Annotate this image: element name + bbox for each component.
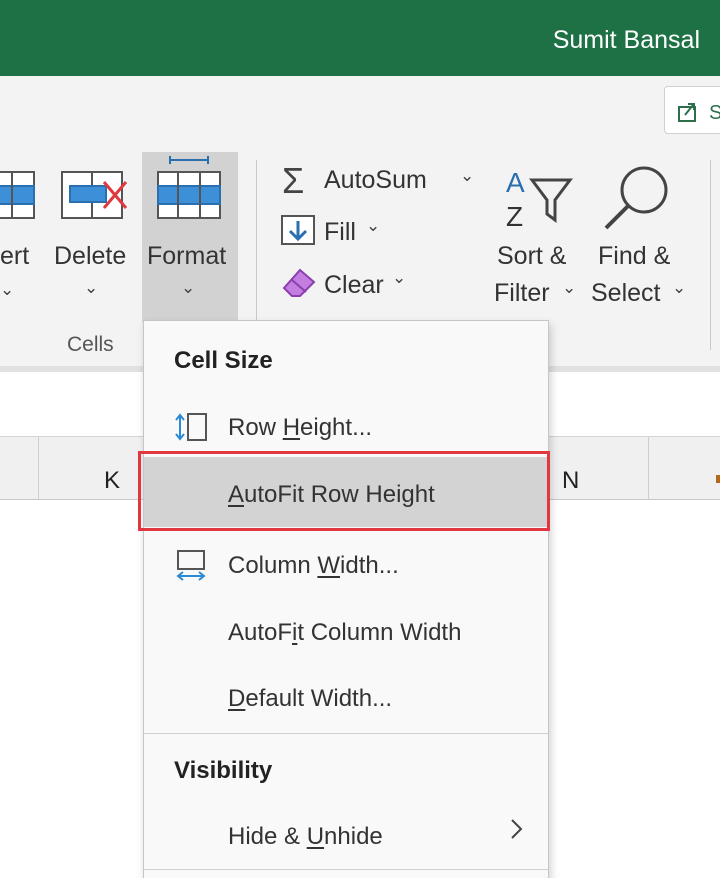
format-cells-icon (157, 156, 221, 219)
clear-button[interactable]: Clear (324, 271, 384, 300)
insert-cells-icon (0, 171, 35, 219)
magnifier-icon (604, 166, 668, 230)
fill-button[interactable]: Fill (324, 218, 356, 247)
chevron-down-icon[interactable]: ⌄ (0, 280, 14, 300)
sort-filter-icon: A Z (506, 167, 573, 232)
find-select-line2[interactable]: Select (591, 279, 660, 308)
row-height-icon (175, 413, 207, 441)
sort-filter-line1[interactable]: Sort & (497, 242, 566, 271)
delete-button[interactable]: Delete (54, 242, 126, 271)
insert-label[interactable]: ert (0, 242, 29, 271)
chevron-down-icon[interactable]: ⌄ (562, 278, 576, 298)
cells-group-label: Cells (67, 333, 114, 356)
column-width-icon (176, 550, 206, 581)
chevron-down-icon: ⌄ (181, 278, 196, 297)
column-width-item[interactable]: Column Width... (228, 552, 399, 580)
chevron-down-icon[interactable]: ⌄ (672, 278, 686, 298)
chevron-down-icon[interactable]: ⌄ (84, 278, 98, 298)
column-divider (38, 437, 39, 499)
group-separator (256, 160, 257, 336)
eraser-icon (282, 268, 316, 297)
format-label: Format (147, 242, 227, 270)
svg-text:S: S (709, 102, 720, 124)
default-width-item[interactable]: Default Width... (228, 685, 392, 713)
sigma-icon: Σ (282, 160, 305, 201)
share-icon: S (678, 102, 720, 124)
autosum-button[interactable]: AutoSum (324, 166, 427, 195)
svg-text:A: A (506, 167, 525, 198)
menu-separator (144, 733, 548, 734)
find-select-line1[interactable]: Find & (598, 242, 670, 271)
menu-separator (144, 869, 548, 870)
autofit-column-width-item[interactable]: AutoFit Column Width (228, 619, 461, 647)
column-divider (648, 437, 649, 499)
visibility-heading: Visibility (174, 757, 273, 784)
chevron-right-icon (511, 819, 523, 839)
title-bar: Sumit Bansal (0, 0, 720, 76)
format-dropdown-menu: Cell Size Row Height... AutoFit Row Heig… (138, 320, 550, 878)
chevron-down-icon[interactable]: ⌄ (392, 268, 406, 288)
sort-filter-line2[interactable]: Filter (494, 279, 550, 308)
chevron-down-icon[interactable]: ⌄ (460, 166, 474, 186)
svg-text:Z: Z (506, 201, 523, 232)
row-height-item[interactable]: Row Height... (228, 414, 372, 442)
selection-highlight-box (138, 451, 550, 531)
fill-down-icon (281, 215, 315, 245)
hide-unhide-item[interactable]: Hide & Unhide (228, 823, 383, 851)
delete-cells-icon (61, 171, 128, 219)
column-header-n[interactable]: N (562, 467, 579, 495)
group-separator (710, 160, 711, 350)
column-resize-marker (716, 475, 720, 483)
share-button[interactable]: S (664, 86, 720, 134)
chevron-down-icon[interactable]: ⌄ (366, 216, 380, 236)
column-header-k[interactable]: K (104, 467, 120, 495)
cell-size-heading: Cell Size (174, 347, 273, 374)
account-name[interactable]: Sumit Bansal (553, 26, 700, 55)
